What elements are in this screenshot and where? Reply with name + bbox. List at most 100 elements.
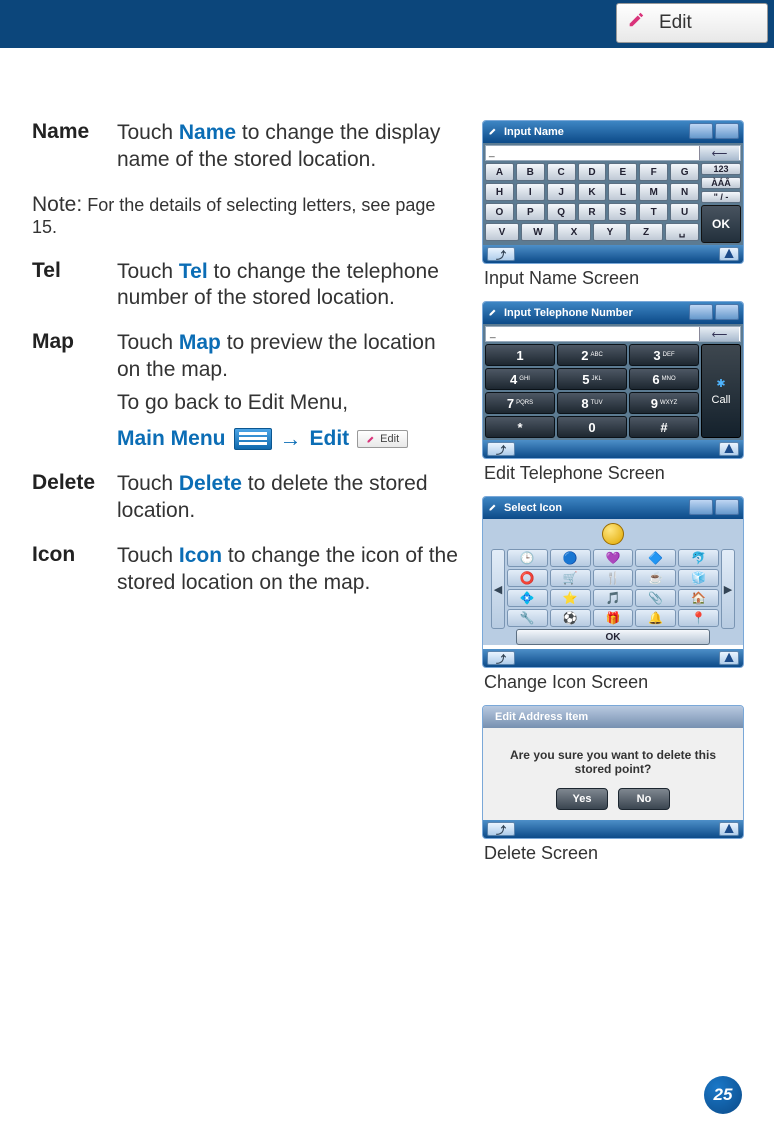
key-h[interactable]: H: [485, 183, 514, 201]
key-u[interactable]: U: [670, 203, 699, 221]
key-z[interactable]: Z: [629, 223, 663, 241]
key-w[interactable]: W: [521, 223, 555, 241]
icon-cell[interactable]: 🕒: [507, 549, 548, 567]
scroll-right-icon[interactable]: ▶: [721, 549, 735, 629]
icon-cell[interactable]: ⭐: [550, 589, 591, 607]
back-icon[interactable]: ⤴: [487, 247, 515, 261]
back-icon[interactable]: ⤴: [487, 822, 515, 836]
edit-chip[interactable]: Edit: [616, 3, 768, 43]
key-i[interactable]: I: [516, 183, 545, 201]
key-123[interactable]: 123: [701, 163, 741, 175]
key-g[interactable]: G: [670, 163, 699, 181]
key-k[interactable]: K: [578, 183, 607, 201]
icon-cell[interactable]: ☕: [635, 569, 676, 587]
numkey-4[interactable]: 4GHI: [485, 368, 555, 390]
key-p[interactable]: P: [516, 203, 545, 221]
back-icon[interactable]: ⤴: [487, 442, 515, 456]
key-accents[interactable]: ÀÁÂ: [701, 177, 741, 189]
scroll-left-icon[interactable]: ◀: [491, 549, 505, 629]
yes-button[interactable]: Yes: [556, 788, 608, 810]
icon-cell[interactable]: 💜: [593, 549, 634, 567]
term-name: Name: [32, 120, 117, 174]
numkey-1[interactable]: 1: [485, 344, 555, 366]
key-e[interactable]: E: [608, 163, 637, 181]
key-o[interactable]: O: [485, 203, 514, 221]
icon-titlebar: Select Icon: [483, 497, 743, 519]
icon-cell[interactable]: 🏠: [678, 589, 719, 607]
window-icon[interactable]: [689, 499, 713, 515]
icon-cell[interactable]: 🛒: [550, 569, 591, 587]
icon-cell[interactable]: 🧊: [678, 569, 719, 587]
icon-cell[interactable]: 💠: [507, 589, 548, 607]
icon-cell[interactable]: 🎁: [593, 609, 634, 627]
key-r[interactable]: R: [578, 203, 607, 221]
window-icon[interactable]: [689, 304, 713, 320]
icon-cell[interactable]: 🔵: [550, 549, 591, 567]
key-symbols[interactable]: " / -: [701, 191, 741, 203]
numkey-7[interactable]: 7PQRS: [485, 392, 555, 414]
menu-icon[interactable]: [715, 123, 739, 139]
icon-cell[interactable]: ⚽: [550, 609, 591, 627]
numkey-#[interactable]: #: [629, 416, 699, 438]
icon-cell[interactable]: 🎵: [593, 589, 634, 607]
input-name-titlebar: Input Name: [483, 121, 743, 143]
icon-cell[interactable]: 🔧: [507, 609, 548, 627]
main-menu-icon: [234, 428, 272, 450]
key-b[interactable]: B: [516, 163, 545, 181]
numkey-3[interactable]: 3DEF: [629, 344, 699, 366]
volume-icon[interactable]: ▲: [719, 822, 739, 836]
pencil-icon: [488, 307, 498, 320]
menu-icon[interactable]: [715, 304, 739, 320]
icon-cell[interactable]: 📎: [635, 589, 676, 607]
volume-icon[interactable]: ▲: [719, 247, 739, 261]
numkey-9[interactable]: 9WXYZ: [629, 392, 699, 414]
window-icon[interactable]: [689, 123, 713, 139]
name-input-field[interactable]: _ ⟵: [485, 145, 741, 161]
key-f[interactable]: F: [639, 163, 668, 181]
key-a[interactable]: A: [485, 163, 514, 181]
volume-icon[interactable]: ▲: [719, 651, 739, 665]
key-c[interactable]: C: [547, 163, 576, 181]
icon-cell[interactable]: ⭕: [507, 569, 548, 587]
volume-icon[interactable]: ▲: [719, 442, 739, 456]
numkey-8[interactable]: 8TUV: [557, 392, 627, 414]
key-v[interactable]: V: [485, 223, 519, 241]
numkey-2[interactable]: 2ABC: [557, 344, 627, 366]
key-l[interactable]: L: [608, 183, 637, 201]
tel-caption: Edit Telephone Screen: [484, 463, 752, 484]
pencil-icon: [488, 502, 498, 515]
ok-key[interactable]: OK: [701, 205, 741, 243]
key-x[interactable]: X: [557, 223, 591, 241]
key-j[interactable]: J: [547, 183, 576, 201]
term-icon: Icon: [32, 543, 117, 597]
backspace-key[interactable]: ⟵: [699, 327, 739, 341]
icon-cell[interactable]: 🍴: [593, 569, 634, 587]
key-n[interactable]: N: [670, 183, 699, 201]
key-d[interactable]: D: [578, 163, 607, 181]
pencil-icon: [488, 126, 498, 139]
no-button[interactable]: No: [618, 788, 670, 810]
key-␣[interactable]: ␣: [665, 223, 699, 241]
numkey-*[interactable]: *: [485, 416, 555, 438]
call-button[interactable]: ✱ Call: [701, 344, 741, 438]
icon-cell[interactable]: 📍: [678, 609, 719, 627]
backspace-key[interactable]: ⟵: [699, 146, 739, 160]
back-icon[interactable]: ⤴: [487, 651, 515, 665]
key-t[interactable]: T: [639, 203, 668, 221]
key-m[interactable]: M: [639, 183, 668, 201]
key-q[interactable]: Q: [547, 203, 576, 221]
icon-cell[interactable]: 🐬: [678, 549, 719, 567]
numkey-6[interactable]: 6MNO: [629, 368, 699, 390]
arrow-icon: →: [280, 425, 302, 453]
desc-map: Touch Map to preview the location on the…: [117, 330, 462, 453]
key-y[interactable]: Y: [593, 223, 627, 241]
numkey-0[interactable]: 0: [557, 416, 627, 438]
numkey-5[interactable]: 5JKL: [557, 368, 627, 390]
icon-cell[interactable]: 🔔: [635, 609, 676, 627]
menu-icon[interactable]: [715, 499, 739, 515]
tel-input-field[interactable]: _ ⟵: [485, 326, 741, 342]
tel-titlebar: Input Telephone Number: [483, 302, 743, 324]
icon-cell[interactable]: 🔷: [635, 549, 676, 567]
key-s[interactable]: S: [608, 203, 637, 221]
icon-ok-button[interactable]: OK: [516, 629, 710, 645]
